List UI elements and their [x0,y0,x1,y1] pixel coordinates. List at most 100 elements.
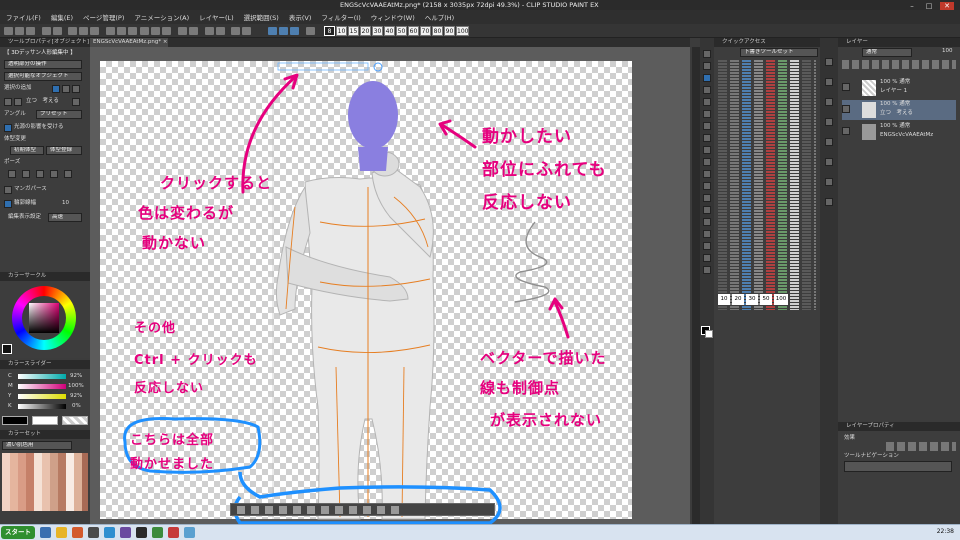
taskbar-pdf-icon[interactable] [168,527,179,538]
taskbar-mail-icon[interactable] [184,527,195,538]
launcher-settings-icon[interactable] [377,505,385,514]
close-button[interactable]: ✕ [940,2,954,10]
menu-help[interactable]: ヘルプ(H) [425,12,454,22]
visibility-icon[interactable] [4,98,12,106]
layer-opacity-value[interactable]: 100 [942,47,953,56]
item-bank-icon[interactable] [825,198,833,206]
outline-checkbox[interactable] [4,200,12,208]
slider-k[interactable] [18,404,66,409]
launcher-joint-icon[interactable] [363,505,371,514]
quick-size-50[interactable]: 50 [760,294,772,305]
layer-row-3[interactable]: 100 % 通常 ENGScVcVAAEAtMz [842,122,956,142]
blend-mode-dropdown[interactable]: 通常 [862,48,912,57]
3d-figure[interactable] [275,62,435,520]
launcher-prev-icon[interactable] [237,505,245,514]
menu-page[interactable]: ページ管理(P) [83,12,124,22]
launcher-pose-icon[interactable] [265,505,273,514]
brush-size-30[interactable]: 30 [372,26,383,36]
layer-row-1[interactable]: 100 % 通常 レイヤー 1 [842,78,956,98]
ruler-tool-icon[interactable] [703,230,711,238]
edit-display-dropdown[interactable]: 高速 [48,213,82,222]
pose-icon-3[interactable] [36,170,44,178]
menu-animation[interactable]: アニメーション(A) [134,12,189,22]
selection-tool-icon[interactable] [703,86,711,94]
blend-tool-icon[interactable] [703,170,711,178]
layer-2-visibility-icon[interactable] [842,105,850,113]
selectable-object-dropdown[interactable]: 選択可能なオブジェクト [4,72,82,81]
ruler2-icon[interactable] [242,27,251,35]
fill-icon[interactable] [90,27,99,35]
operation-tool-icon[interactable] [703,74,711,82]
brush-stroke2-icon[interactable] [279,27,288,35]
canvas-vertical-scrollbar[interactable] [692,47,700,524]
start-button[interactable]: スタート [1,526,35,539]
brush-stroke3-icon[interactable] [290,27,299,35]
selection-mode3-icon[interactable] [72,85,80,93]
outline-width-value[interactable]: 10 [62,199,69,208]
manga-perspective-checkbox[interactable] [4,186,12,194]
taskbar-app-icon[interactable] [88,527,99,538]
snap-icon[interactable] [162,27,171,35]
layer-3-visibility-icon[interactable] [842,127,850,135]
pen-tool-icon[interactable] [703,110,711,118]
pose-icon-5[interactable] [64,170,72,178]
quick-access-set-dropdown[interactable]: 下書きツールセット [740,48,818,57]
drawing-color-white[interactable] [32,416,58,425]
quick-size-20[interactable]: 20 [732,294,744,305]
navigator-icon[interactable] [825,58,833,66]
quick-access-grid[interactable] [718,60,816,310]
slider-c[interactable] [18,374,66,379]
menu-window[interactable]: ウィンドウ(W) [371,12,415,22]
stabilizer-icon[interactable] [306,27,315,35]
fill-tool-icon[interactable] [703,182,711,190]
color-set-dropdown[interactable]: 濃い肌色用 [2,441,72,450]
menu-selection[interactable]: 選択範囲(S) [244,12,279,22]
maximize-button[interactable]: □ [922,2,936,10]
text-tool-icon[interactable] [703,242,711,250]
quick-size-30[interactable]: 30 [746,294,758,305]
layer-toolbar[interactable] [842,60,956,69]
launcher-rotate-icon[interactable] [307,505,315,514]
crop-icon[interactable] [128,27,137,35]
lock-icon[interactable] [14,98,22,106]
taskbar-chrome-icon[interactable] [104,527,115,538]
slider-m[interactable] [18,384,66,389]
launcher-flip-icon[interactable] [321,505,329,514]
brush-size-50[interactable]: 50 [396,26,407,36]
brush-size-60[interactable]: 60 [408,26,419,36]
menu-filter[interactable]: フィルター(I) [321,12,360,22]
taskbar-clipstudio-icon[interactable] [120,527,131,538]
saturation-square[interactable] [29,303,59,333]
effect-buttons[interactable] [886,442,956,451]
pose-icon-2[interactable] [22,170,30,178]
settings-icon[interactable] [205,27,214,35]
frame-tool-icon[interactable] [703,218,711,226]
brush-size-80[interactable]: 80 [432,26,443,36]
brush-size-10[interactable]: 10 [336,26,347,36]
launcher-body-icon[interactable] [279,505,287,514]
layer-row-2-selected[interactable]: 100 % 通常 立つ 考える [842,100,956,120]
menu-file[interactable]: ファイル(F) [6,12,41,22]
pose-icon-1[interactable] [8,170,16,178]
brush-size-8[interactable]: 8 [324,26,335,36]
save-icon[interactable] [26,27,35,35]
selection-mode-icon[interactable] [52,85,60,93]
search-layer-icon[interactable] [825,178,833,186]
taskbar-firefox-icon[interactable] [72,527,83,538]
quick-size-10[interactable]: 10 [718,294,730,305]
quick-size-100[interactable]: 100 [774,294,788,305]
transparent-operation-dropdown[interactable]: 透明部分の操作 [4,60,82,69]
taskbar-explorer-icon[interactable] [40,527,51,538]
airbrush-tool-icon[interactable] [703,146,711,154]
brush-size-20[interactable]: 20 [360,26,371,36]
brush-size-100[interactable]: 100 [456,26,469,36]
history-icon[interactable] [825,118,833,126]
menu-layer[interactable]: レイヤー(L) [199,12,234,22]
sub-color-chip[interactable] [705,330,713,338]
document-tab[interactable]: ENGScVcVAAEAtMz.png* × [90,38,168,47]
figure-tool-icon[interactable] [703,206,711,214]
ruler-icon[interactable] [231,27,240,35]
canvas-area[interactable]: クリックすると 色は変わるが 動かない 動かしたい 部位にふれても 反応しない … [90,47,690,524]
light-checkbox[interactable] [4,124,12,132]
color-set-swatches[interactable] [2,453,88,511]
